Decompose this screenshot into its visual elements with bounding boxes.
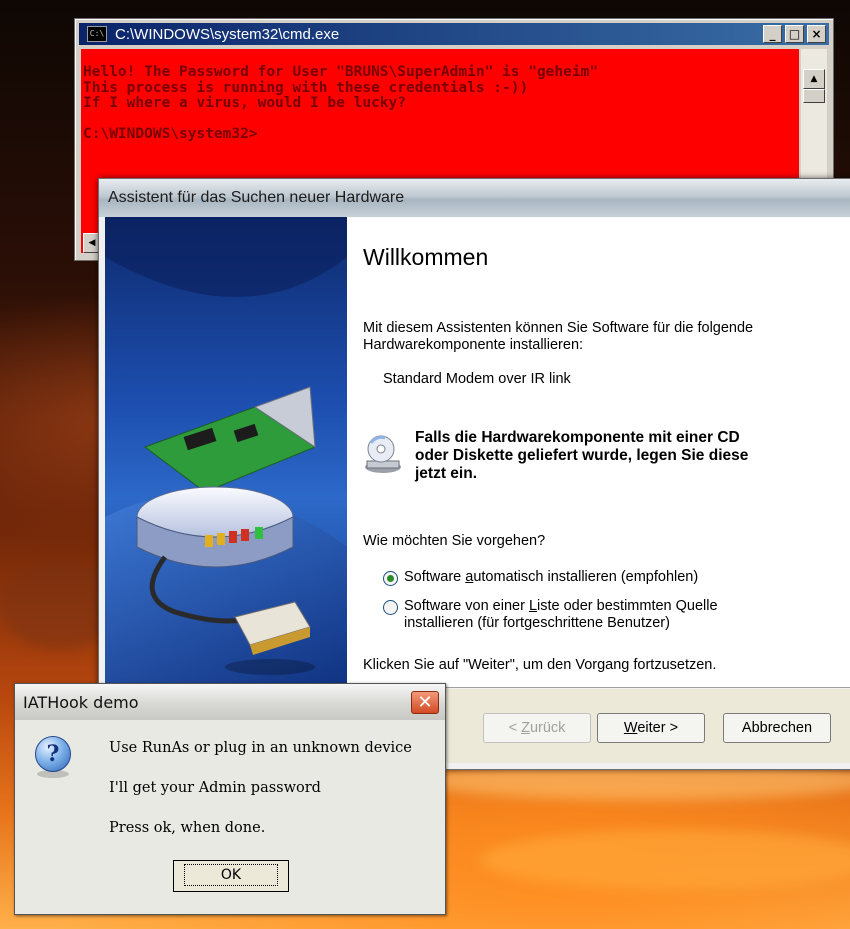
console-line: Hello! The Password for User "BRUNS\Supe…: [83, 64, 599, 80]
radio-auto[interactable]: [383, 571, 398, 586]
scroll-up-icon[interactable]: ▲: [803, 69, 825, 89]
ok-button[interactable]: OK: [173, 860, 289, 892]
option-list-label: Software von einer Liste oder bestimmten…: [404, 598, 718, 631]
sky-streak: [480, 830, 850, 890]
cd-notice-line3: jetzt ein.: [415, 465, 478, 482]
console-line: If I where a virus, would I be lucky?: [83, 95, 407, 111]
continue-hint: Klicken Sie auf "Weiter", um den Vorgang…: [363, 657, 717, 673]
question-label: Wie möchten Sie vorgehen?: [363, 533, 546, 549]
radio-list[interactable]: [383, 600, 398, 615]
messagebox-titlebar[interactable]: IATHook demo ✕: [15, 684, 445, 720]
wizard-title: Assistent für das Suchen neuer Hardware: [108, 189, 405, 206]
ok-label: OK: [183, 864, 279, 886]
wizard-titlebar[interactable]: Assistent für das Suchen neuer Hardware: [99, 179, 850, 217]
close-icon[interactable]: ✕: [411, 690, 439, 714]
minimize-button[interactable]: _: [763, 25, 782, 43]
option-list-install[interactable]: Software von einer Liste oder bestimmten…: [383, 598, 718, 632]
console-line: ​: [83, 112, 799, 128]
cmd-title: C:\WINDOWS\system32\cmd.exe: [115, 25, 340, 43]
close-button[interactable]: ×: [807, 25, 826, 43]
message-line2: I'll get your Admin password: [109, 780, 321, 796]
message-line3: Press ok, when done.: [109, 820, 266, 836]
console-line: This process is running with these crede…: [83, 79, 529, 96]
iathook-messagebox[interactable]: IATHook demo ✕ ? Use RunAs or plug in an…: [14, 683, 446, 915]
question-icon: ?: [35, 736, 71, 772]
intro-text-line2: Hardwarekomponente installieren:: [363, 337, 584, 353]
scroll-thumb[interactable]: [803, 89, 825, 103]
console-icon: C:\: [87, 26, 107, 42]
intro-text-line1: Mit diesem Assistenten können Sie Softwa…: [363, 320, 754, 336]
hardware-illustration-icon: [105, 217, 347, 687]
wizard-content: Willkommen Mit diesem Assistenten können…: [347, 217, 850, 687]
option-auto-label: Software automatisch installieren (empfo…: [404, 569, 699, 585]
maximize-button[interactable]: □: [785, 25, 804, 43]
cancel-button[interactable]: Abbrechen: [723, 713, 831, 743]
cd-notice: Falls die Hardwarekomponente mit einer C…: [415, 429, 845, 483]
console-prompt: C:\WINDOWS\system32>: [83, 126, 258, 142]
device-name: Standard Modem over IR link: [383, 371, 571, 387]
option-auto-install[interactable]: Software automatisch installieren (empfo…: [383, 569, 698, 586]
messagebox-title: IATHook demo: [23, 692, 139, 712]
wizard-heading: Willkommen: [363, 244, 489, 270]
back-button[interactable]: < Zurück: [483, 713, 591, 743]
hardware-wizard-window[interactable]: Assistent für das Suchen neuer Hardware: [98, 178, 850, 770]
cd-notice-line2: oder Diskette geliefert wurde, legen Sie…: [415, 447, 749, 464]
next-button[interactable]: Weiter >: [597, 713, 705, 743]
cd-notice-line1: Falls die Hardwarekomponente mit einer C…: [415, 429, 740, 446]
cd-drive-icon: [365, 435, 401, 473]
message-line1: Use RunAs or plug in an unknown device: [109, 740, 412, 756]
cmd-titlebar[interactable]: C:\ C:\WINDOWS\system32\cmd.exe _ □ ×: [79, 23, 829, 45]
wizard-banner: [105, 217, 347, 687]
